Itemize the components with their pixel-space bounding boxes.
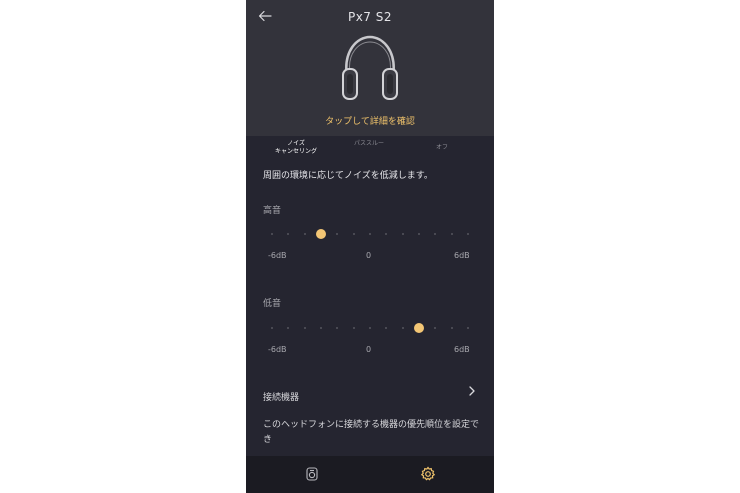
slider-step-dot bbox=[352, 233, 355, 235]
tab-noise-cancelling-line2: キャンセリング bbox=[274, 148, 317, 155]
tap-details-link[interactable]: タップして詳細を確認 bbox=[246, 114, 494, 127]
nav-settings-button[interactable] bbox=[420, 466, 436, 482]
slider-step-dot bbox=[271, 327, 273, 329]
chevron-right-icon bbox=[469, 386, 475, 396]
noise-description: 周囲の環境に応じてノイズを低減します。 bbox=[263, 171, 433, 181]
tab-noise-cancelling[interactable]: ノイズ キャンセリング bbox=[268, 140, 324, 156]
slider-step-dot bbox=[369, 327, 371, 329]
connected-devices-label[interactable]: 接続機器 bbox=[263, 390, 299, 403]
tab-noise-cancelling-line1: ノイズ bbox=[287, 140, 305, 147]
slider-step-dot bbox=[385, 327, 388, 329]
treble-max-label: 6dB bbox=[454, 251, 470, 260]
slider-step-dot bbox=[434, 327, 437, 329]
slider-step-dot bbox=[385, 233, 388, 235]
bass-label: 低音 bbox=[263, 299, 282, 309]
slider-step-dot bbox=[336, 327, 339, 329]
headphone-device-icon bbox=[306, 467, 318, 481]
slider-step-dot bbox=[320, 327, 322, 329]
treble-slider[interactable] bbox=[271, 228, 469, 240]
slider-step-dot bbox=[336, 233, 339, 235]
slider-step-dot bbox=[401, 327, 404, 329]
connected-devices-chevron[interactable] bbox=[467, 385, 477, 399]
slider-step-dot bbox=[287, 233, 290, 235]
slider-step-dot bbox=[352, 327, 355, 329]
treble-mid-label: 0 bbox=[366, 251, 372, 260]
bass-slider[interactable] bbox=[271, 322, 469, 334]
slider-thumb[interactable] bbox=[316, 229, 326, 239]
slider-step-dot bbox=[434, 233, 437, 235]
slider-step-dot bbox=[303, 233, 306, 235]
bass-mid-label: 0 bbox=[366, 345, 372, 354]
nav-device-button[interactable] bbox=[304, 466, 320, 482]
slider-step-dot bbox=[450, 327, 453, 329]
header: Px7 S2 タップして詳細を確認 bbox=[246, 0, 494, 136]
page-title: Px7 S2 bbox=[347, 10, 393, 24]
slider-step-dot bbox=[467, 233, 469, 235]
treble-label: 高音 bbox=[263, 206, 282, 216]
headphone-illustration[interactable] bbox=[337, 33, 403, 103]
slider-step-dot bbox=[467, 327, 469, 329]
bass-max-label: 6dB bbox=[454, 345, 470, 354]
treble-min-label: -6dB bbox=[268, 251, 287, 260]
slider-step-dot bbox=[303, 327, 306, 329]
slider-step-dot bbox=[287, 327, 290, 329]
connected-devices-description: このヘッドフォンに接続する機器の優先順位を設定でき bbox=[263, 420, 480, 445]
slider-step-dot bbox=[401, 233, 404, 235]
slider-step-dot bbox=[271, 233, 273, 235]
bottom-nav bbox=[246, 456, 494, 493]
app-screen: Px7 S2 タップして詳細を確認 ノイズ キャンセリング パススルー オフ 周… bbox=[246, 0, 494, 493]
anc-mode-tabs: ノイズ キャンセリング パススルー オフ bbox=[246, 138, 494, 160]
tab-passthrough[interactable]: パススルー bbox=[344, 140, 394, 148]
slider-step-dot bbox=[450, 233, 453, 235]
bass-min-label: -6dB bbox=[268, 345, 287, 354]
slider-thumb[interactable] bbox=[414, 323, 424, 333]
slider-step-dot bbox=[418, 233, 420, 235]
gear-icon bbox=[420, 466, 436, 481]
slider-step-dot bbox=[369, 233, 371, 235]
tab-off[interactable]: オフ bbox=[422, 144, 462, 152]
